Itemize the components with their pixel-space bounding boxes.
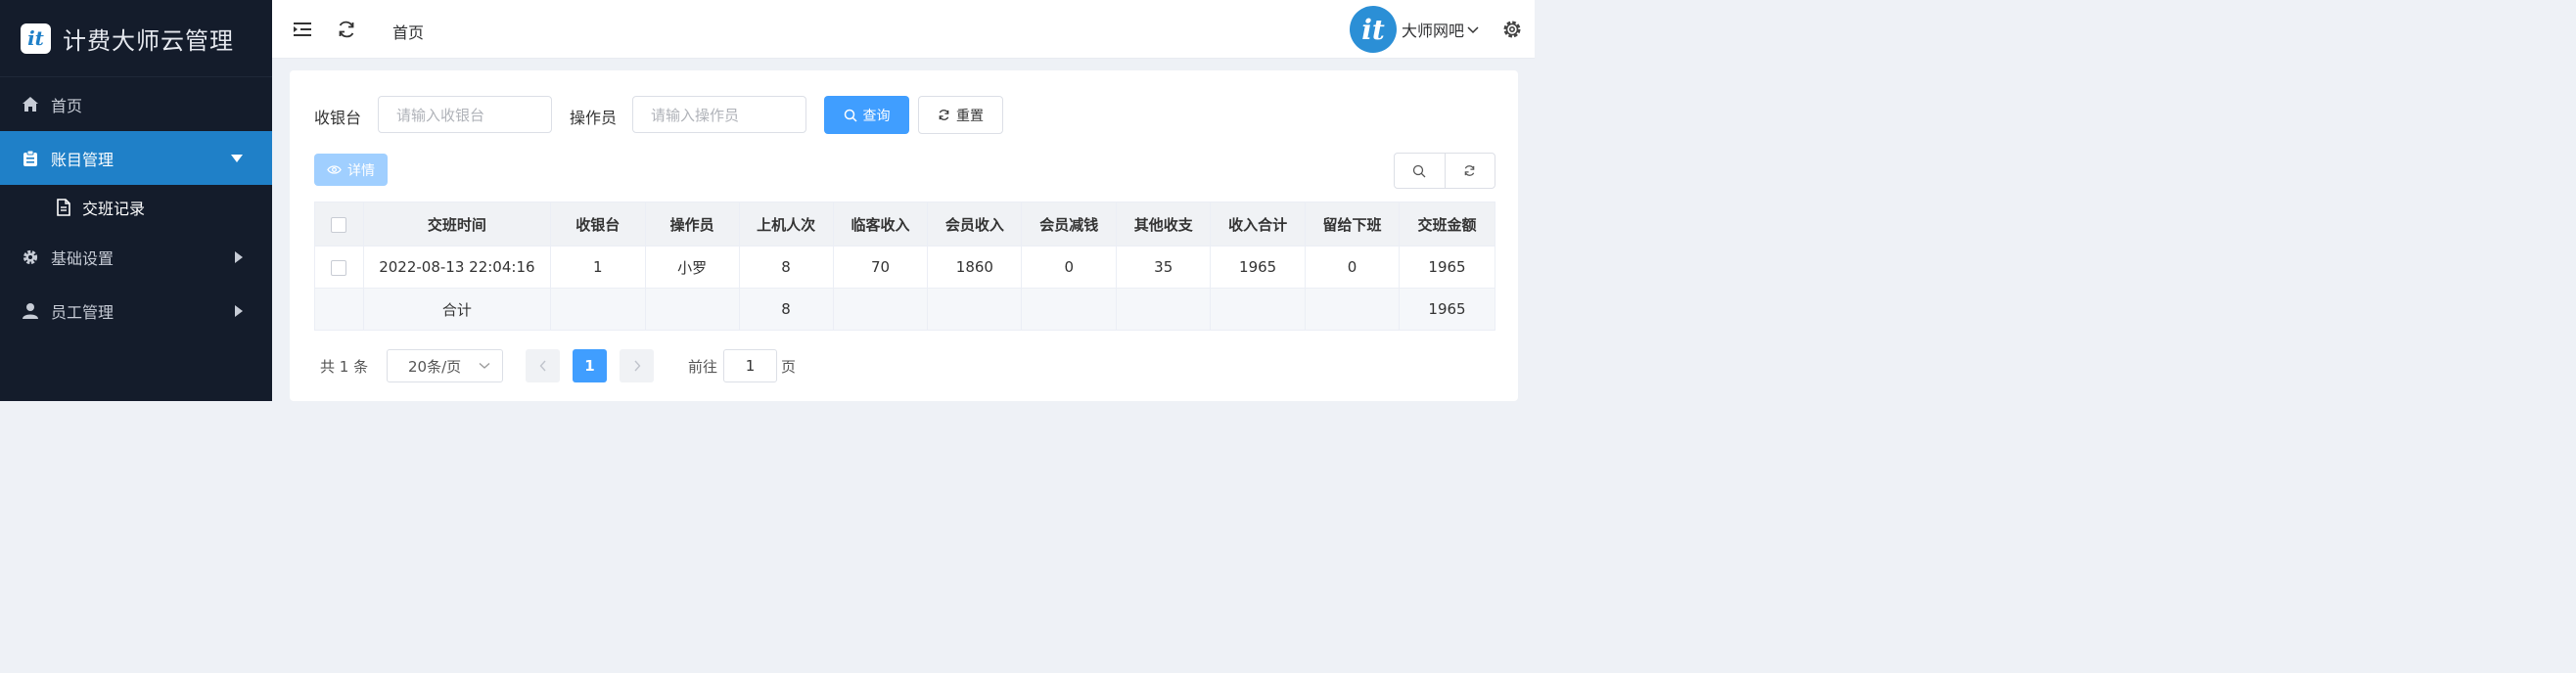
toggle-search-icon[interactable] <box>1395 154 1445 188</box>
table-cell <box>1116 288 1212 331</box>
page-unit-label: 页 <box>781 358 797 376</box>
column-header: 收银台 <box>549 202 646 247</box>
settings-gear-icon[interactable] <box>1501 19 1523 44</box>
table-cell: 1965 <box>1399 246 1495 289</box>
chevron-down-icon <box>231 154 243 162</box>
refresh-icon[interactable] <box>336 19 357 40</box>
cashier-label: 收银台 <box>314 109 362 127</box>
goto-page-input[interactable]: 1 <box>723 349 777 382</box>
chevron-right-icon <box>633 360 640 372</box>
summary-label: 合计 <box>362 288 551 331</box>
gear-icon <box>22 248 39 266</box>
cashier-input[interactable]: 请输入收银台 <box>378 96 552 133</box>
detail-button[interactable]: 详情 <box>314 154 388 186</box>
table-cell <box>1021 288 1118 331</box>
eye-icon <box>327 165 342 174</box>
collapse-menu-icon[interactable] <box>292 19 313 40</box>
table-cell: 1965 <box>1210 246 1307 289</box>
column-header: 交班金额 <box>1399 202 1495 247</box>
column-header: 交班时间 <box>362 202 551 247</box>
search-icon <box>844 109 857 122</box>
table-cell: 小罗 <box>644 246 740 289</box>
brand: it 计费大师云管理 <box>0 0 272 77</box>
table-header-row: 交班时间 收银台 操作员 上机人次 临客收入 会员收入 会员减钱 其他收支 收入… <box>314 202 1495 247</box>
sidebar: it 计费大师云管理 首页 账目管理 交班记录 基础设置 员工管理 <box>0 0 272 401</box>
sidebar-item-label: 账目管理 <box>51 150 115 169</box>
table-cell <box>832 288 929 331</box>
table-cell: 35 <box>1116 246 1212 289</box>
sidebar-item-label: 首页 <box>51 96 83 115</box>
user-menu[interactable]: it 大师网吧 <box>1349 6 1480 53</box>
reset-button[interactable]: 重置 <box>918 96 1003 134</box>
pagination-total: 共 1 条 <box>320 358 369 376</box>
sidebar-item-basic-settings[interactable]: 基础设置 <box>0 230 272 284</box>
column-header: 临客收入 <box>832 202 929 247</box>
page-size-select[interactable]: 20条/页 <box>387 349 503 382</box>
sidebar-item-label: 基础设置 <box>51 248 115 268</box>
table-cell: 1860 <box>927 246 1023 289</box>
table-row[interactable]: 2022-08-13 22:04:16 1 小罗 8 70 1860 0 35 … <box>314 246 1495 289</box>
next-page-button[interactable] <box>620 349 654 382</box>
refresh-icon[interactable] <box>1444 154 1495 188</box>
table-cell <box>927 288 1023 331</box>
brand-logo: it <box>21 22 51 54</box>
row-checkbox-cell[interactable] <box>314 246 364 289</box>
brand-title: 计费大师云管理 <box>63 26 234 55</box>
table-summary-row: 合计 8 1965 <box>314 288 1495 331</box>
query-button[interactable]: 查询 <box>824 96 909 134</box>
select-all-checkbox-cell[interactable] <box>314 202 364 247</box>
table-toolbar <box>1394 153 1495 189</box>
table-cell: 70 <box>832 246 929 289</box>
user-name: 大师网吧 <box>1401 22 1464 40</box>
column-header: 上机人次 <box>738 202 834 247</box>
operator-label: 操作员 <box>570 109 618 127</box>
user-icon <box>22 302 39 320</box>
sidebar-item-shift-records[interactable]: 交班记录 <box>0 185 272 230</box>
shift-records-table: 交班时间 收银台 操作员 上机人次 临客收入 会员收入 会员减钱 其他收支 收入… <box>314 202 1495 331</box>
home-icon <box>22 96 39 113</box>
summary-handover-amount: 1965 <box>1399 288 1495 331</box>
operator-input[interactable]: 请输入操作员 <box>632 96 806 133</box>
sidebar-item-staff[interactable]: 员工管理 <box>0 284 272 337</box>
table-cell <box>644 288 740 331</box>
table-cell: 2022-08-13 22:04:16 <box>362 246 551 289</box>
table-cell <box>1305 288 1400 331</box>
goto-label: 前往 <box>688 358 718 376</box>
column-header: 会员减钱 <box>1021 202 1118 247</box>
page-number-button[interactable]: 1 <box>573 349 607 382</box>
table-cell <box>549 288 646 331</box>
prev-page-button[interactable] <box>526 349 560 382</box>
table-cell: 0 <box>1305 246 1400 289</box>
table-cell: 0 <box>1021 246 1118 289</box>
document-icon <box>55 199 72 216</box>
sidebar-item-label: 员工管理 <box>51 302 115 322</box>
chevron-down-icon <box>1466 21 1480 39</box>
column-header: 其他收支 <box>1116 202 1212 247</box>
top-header: 首页 it 大师网吧 <box>272 0 1535 59</box>
chevron-right-icon <box>235 304 243 317</box>
row-checkbox[interactable] <box>331 259 347 276</box>
summary-shift-count: 8 <box>738 288 834 331</box>
column-header: 会员收入 <box>927 202 1023 247</box>
table-cell <box>314 288 364 331</box>
sidebar-item-accounts[interactable]: 账目管理 <box>0 131 272 185</box>
select-all-checkbox[interactable] <box>331 216 347 233</box>
chevron-right-icon <box>235 250 243 263</box>
table-cell: 8 <box>738 246 834 289</box>
sidebar-item-home[interactable]: 首页 <box>0 77 272 131</box>
chevron-left-icon <box>539 360 546 372</box>
column-header: 留给下班 <box>1305 202 1400 247</box>
chevron-down-icon <box>479 363 490 369</box>
column-header: 操作员 <box>644 202 740 247</box>
clipboard-icon <box>22 150 39 167</box>
breadcrumb[interactable]: 首页 <box>392 20 424 43</box>
avatar: it <box>1349 6 1397 53</box>
sidebar-item-label: 交班记录 <box>82 200 146 218</box>
table-cell: 1 <box>549 246 646 289</box>
refresh-icon <box>939 110 949 120</box>
column-header: 收入合计 <box>1210 202 1307 247</box>
table-cell <box>1210 288 1307 331</box>
content-card: 收银台 请输入收银台 操作员 请输入操作员 查询 重置 详情 交班时间 收银台 … <box>290 70 1518 401</box>
